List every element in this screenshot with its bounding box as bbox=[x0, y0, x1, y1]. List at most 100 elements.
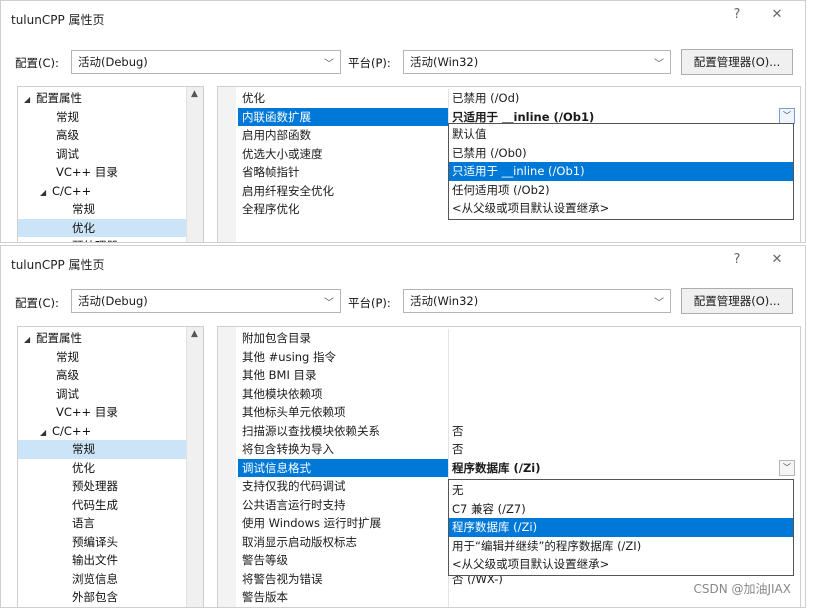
dropdown-option[interactable]: 任何适用项 (/Ob2) bbox=[449, 181, 793, 200]
tree-item-label: C/C++ bbox=[52, 423, 92, 438]
column-divider bbox=[448, 403, 449, 422]
config-label: 配置(C): bbox=[15, 56, 59, 70]
property-name: 其他 #using 指令 bbox=[242, 349, 337, 364]
property-row[interactable]: 其他标头单元依赖项 bbox=[218, 403, 800, 422]
tree-item[interactable]: 高级 bbox=[18, 126, 203, 145]
config-label: 配置(C): bbox=[15, 296, 59, 310]
tree-scrollbar[interactable]: ▲ bbox=[186, 327, 203, 607]
property-name: 警告等级 bbox=[242, 553, 288, 567]
dropdown-chevron-icon[interactable]: ﹀ bbox=[779, 108, 795, 124]
scroll-up-icon[interactable]: ▲ bbox=[191, 89, 198, 99]
dropdown-option[interactable]: 用于“编辑并继续”的程序数据库 (/ZI) bbox=[449, 537, 793, 556]
column-divider bbox=[448, 384, 449, 403]
dropdown-option[interactable]: <从父级或项目默认设置继承> bbox=[449, 555, 793, 574]
tree-item[interactable]: ◢ C/C++ bbox=[18, 422, 203, 441]
column-divider bbox=[448, 329, 449, 348]
tree-item[interactable]: 常规 bbox=[18, 108, 203, 127]
tree-item[interactable]: 优化 bbox=[18, 459, 203, 478]
expand-caret-icon[interactable]: ◢ bbox=[24, 91, 36, 110]
platform-select[interactable]: 活动(Win32) ﹀ bbox=[403, 50, 671, 74]
config-value: 活动(Debug) bbox=[78, 55, 148, 69]
tree-item[interactable]: 输出文件 bbox=[18, 551, 203, 570]
config-manager-button[interactable]: 配置管理器(O)... bbox=[681, 288, 793, 314]
help-button[interactable]: ? bbox=[727, 7, 747, 22]
column-divider bbox=[448, 458, 449, 477]
property-row[interactable]: 其他 BMI 目录 bbox=[218, 366, 800, 385]
tree-item[interactable]: 外部包含 bbox=[18, 588, 203, 607]
dialog-title: tulunCPP 属性页 bbox=[11, 258, 105, 272]
tree-item[interactable]: 调试 bbox=[18, 385, 203, 404]
tree-item[interactable]: 常规 bbox=[18, 348, 203, 367]
column-divider bbox=[448, 347, 449, 366]
property-row[interactable]: 附加包含目录 bbox=[218, 329, 800, 348]
tree-item[interactable]: ◢ C/C++ bbox=[18, 182, 203, 201]
inline-expansion-dropdown: 默认值 已禁用 (/Ob0) 只适用于 __inline (/Ob1) 任何适用项 (… bbox=[448, 123, 794, 220]
config-manager-button[interactable]: 配置管理器(O)... bbox=[681, 49, 793, 75]
tree-item[interactable]: 调试 bbox=[18, 145, 203, 164]
property-dialog-top: tulunCPP 属性页 ? ✕ 配置(C): 活动(Debug) ﹀ 平台(P… bbox=[0, 0, 806, 243]
tree-item[interactable]: 代码生成 bbox=[18, 496, 203, 515]
platform-select[interactable]: 活动(Win32) ﹀ bbox=[403, 289, 671, 313]
dropdown-option[interactable]: C7 兼容 (/Z7) bbox=[449, 500, 793, 519]
tree-item-label: 预编译头 bbox=[72, 534, 118, 549]
tree-item[interactable]: 常规 bbox=[18, 440, 203, 459]
tree-item[interactable]: 预处理器 bbox=[18, 477, 203, 496]
help-button[interactable]: ? bbox=[727, 252, 747, 267]
property-row[interactable]: 其他模块依赖项 bbox=[218, 384, 800, 403]
tree-item[interactable]: 预编译头 bbox=[18, 533, 203, 552]
platform-value: 活动(Win32) bbox=[410, 55, 479, 69]
scroll-up-icon[interactable]: ▲ bbox=[191, 329, 198, 339]
property-row[interactable]: 调试信息格式 程序数据库 (/Zi) bbox=[218, 458, 800, 477]
tree-item-label: 浏览信息 bbox=[72, 571, 118, 586]
expand-caret-icon[interactable]: ◢ bbox=[24, 331, 36, 350]
config-select[interactable]: 活动(Debug) ﹀ bbox=[71, 289, 341, 313]
dropdown-option[interactable]: 只适用于 __inline (/Ob1) bbox=[449, 162, 793, 181]
expand-caret-icon[interactable]: ◢ bbox=[40, 424, 52, 443]
tree-scrollbar[interactable]: ▲ bbox=[186, 87, 203, 242]
close-icon[interactable]: ✕ bbox=[767, 7, 787, 22]
tree-item-label: 外部包含 bbox=[72, 590, 118, 604]
platform-label: 平台(P): bbox=[348, 56, 391, 70]
tree-item[interactable]: VC++ 目录 bbox=[18, 163, 203, 182]
tree-item[interactable]: VC++ 目录 bbox=[18, 403, 203, 422]
tree-item[interactable]: 高级 bbox=[18, 366, 203, 385]
chevron-down-icon: ﹀ bbox=[654, 298, 664, 309]
tree-item[interactable]: 浏览信息 bbox=[18, 570, 203, 589]
tree-item-label: C/C++ bbox=[52, 183, 92, 198]
tree-item[interactable]: 常规 bbox=[18, 200, 203, 219]
property-tree: ◢ 配置属性 常规 高级 调试 VC++ 目录 ◢ C/C++ 常规 优化 预处理器 代码生成 语言 预编… bbox=[17, 326, 204, 607]
property-value: 已禁用 (/Od) bbox=[452, 91, 520, 105]
tree-item-label: 常规 bbox=[72, 442, 95, 456]
dropdown-option[interactable]: 已禁用 (/Ob0) bbox=[449, 144, 793, 163]
dropdown-chevron-icon[interactable]: ﹀ bbox=[779, 460, 795, 476]
column-divider bbox=[448, 440, 449, 459]
tree-item-label: 优化 bbox=[72, 460, 95, 475]
watermark: CSDN @加油JIAX bbox=[693, 582, 791, 596]
property-tree: ◢配置属性常规高级调试VC++ 目录◢C/C++常规优化预处理器 ▲ bbox=[17, 86, 204, 242]
tree-item-label: 配置属性 bbox=[36, 91, 82, 105]
tree-item-label: 常规 bbox=[56, 109, 79, 124]
dropdown-option[interactable]: 程序数据库 (/Zi) bbox=[449, 518, 793, 537]
dropdown-option[interactable]: <从父级或项目默认设置继承> bbox=[449, 199, 793, 218]
dropdown-option[interactable]: 无 bbox=[449, 481, 793, 500]
property-name: 其他标头单元依赖项 bbox=[242, 405, 346, 419]
property-row[interactable]: 优化 已禁用 (/Od) bbox=[218, 89, 800, 108]
column-divider bbox=[448, 421, 449, 440]
tree-item[interactable]: ◢ 配置属性 bbox=[18, 89, 203, 108]
close-icon[interactable]: ✕ bbox=[767, 252, 787, 267]
expand-caret-icon[interactable]: ◢ bbox=[40, 184, 52, 203]
property-row[interactable]: 扫描源以查找模块依赖关系 否 bbox=[218, 421, 800, 440]
tree-item[interactable]: 预处理器 bbox=[18, 237, 203, 242]
property-row[interactable]: 其他 #using 指令 bbox=[218, 347, 800, 366]
property-name: 全程序优化 bbox=[242, 202, 300, 216]
column-divider bbox=[448, 588, 449, 607]
tree-item-label: 常规 bbox=[72, 202, 95, 216]
tree-item[interactable]: 优化 bbox=[18, 218, 203, 237]
tree-item[interactable]: ◢ 配置属性 bbox=[18, 329, 203, 348]
config-select[interactable]: 活动(Debug) ﹀ bbox=[71, 50, 341, 74]
dropdown-option[interactable]: 默认值 bbox=[449, 125, 793, 144]
tree-item[interactable]: 语言 bbox=[18, 514, 203, 533]
chevron-down-icon: ﹀ bbox=[324, 59, 334, 70]
property-row[interactable]: 将包含转换为导入 否 bbox=[218, 440, 800, 459]
tree-item-label: 高级 bbox=[56, 368, 79, 382]
